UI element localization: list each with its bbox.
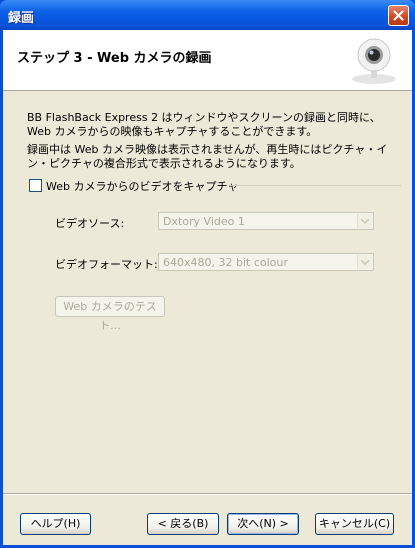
dropdown-arrow[interactable] xyxy=(357,214,372,228)
help-button[interactable]: ヘルプ(H) xyxy=(20,513,91,535)
title-bar[interactable]: 録画 xyxy=(0,0,415,30)
webcam-icon xyxy=(352,38,396,84)
close-icon xyxy=(393,10,404,21)
cancel-button[interactable]: キャンセル(C) xyxy=(315,513,394,535)
video-format-select[interactable]: 640x480, 32 bit colour xyxy=(158,253,374,271)
capture-webcam-checkbox[interactable] xyxy=(29,179,42,192)
test-webcam-button[interactable]: Web カメラのテスト... xyxy=(55,296,165,332)
video-format-value: 640x480, 32 bit colour xyxy=(163,256,288,269)
video-source-select[interactable]: Dxtory Video 1 xyxy=(158,212,374,230)
chevron-down-icon xyxy=(361,260,369,265)
back-button[interactable]: < 戻る(B) xyxy=(147,513,219,535)
capture-webcam-label[interactable]: Web カメラからのビデオをキャプチャ xyxy=(46,178,238,194)
footer-divider xyxy=(3,493,412,495)
next-button[interactable]: 次へ(N) > xyxy=(227,513,299,535)
group-divider xyxy=(229,185,401,186)
close-button[interactable] xyxy=(388,5,409,26)
description-paragraph-2: 録画中は Web カメラ映像は表示されませんが、再生時にはピクチャ・イン・ピクチ… xyxy=(27,143,388,170)
video-format-label: ビデオフォーマット: xyxy=(55,258,158,271)
chevron-down-icon xyxy=(361,219,369,224)
video-source-value: Dxtory Video 1 xyxy=(163,215,245,228)
dialog-client: ステップ 3 - Web カメラの録画 BB FlashBack Express… xyxy=(3,30,412,545)
page-title: ステップ 3 - Web カメラの録画 xyxy=(17,51,212,66)
capture-group: Web カメラからのビデオをキャプチャ xyxy=(29,178,401,194)
wizard-header: ステップ 3 - Web カメラの録画 xyxy=(3,30,412,91)
dropdown-arrow[interactable] xyxy=(357,255,372,269)
window-title: 録画 xyxy=(8,11,35,26)
video-source-label: ビデオソース: xyxy=(55,217,125,230)
description-paragraph-1: BB FlashBack Express 2 はウィンドウやスクリーンの録画と同… xyxy=(27,111,381,138)
wizard-window: 録画 ステップ 3 - Web カメラの録画 BB FlashBack Expr… xyxy=(0,0,415,548)
